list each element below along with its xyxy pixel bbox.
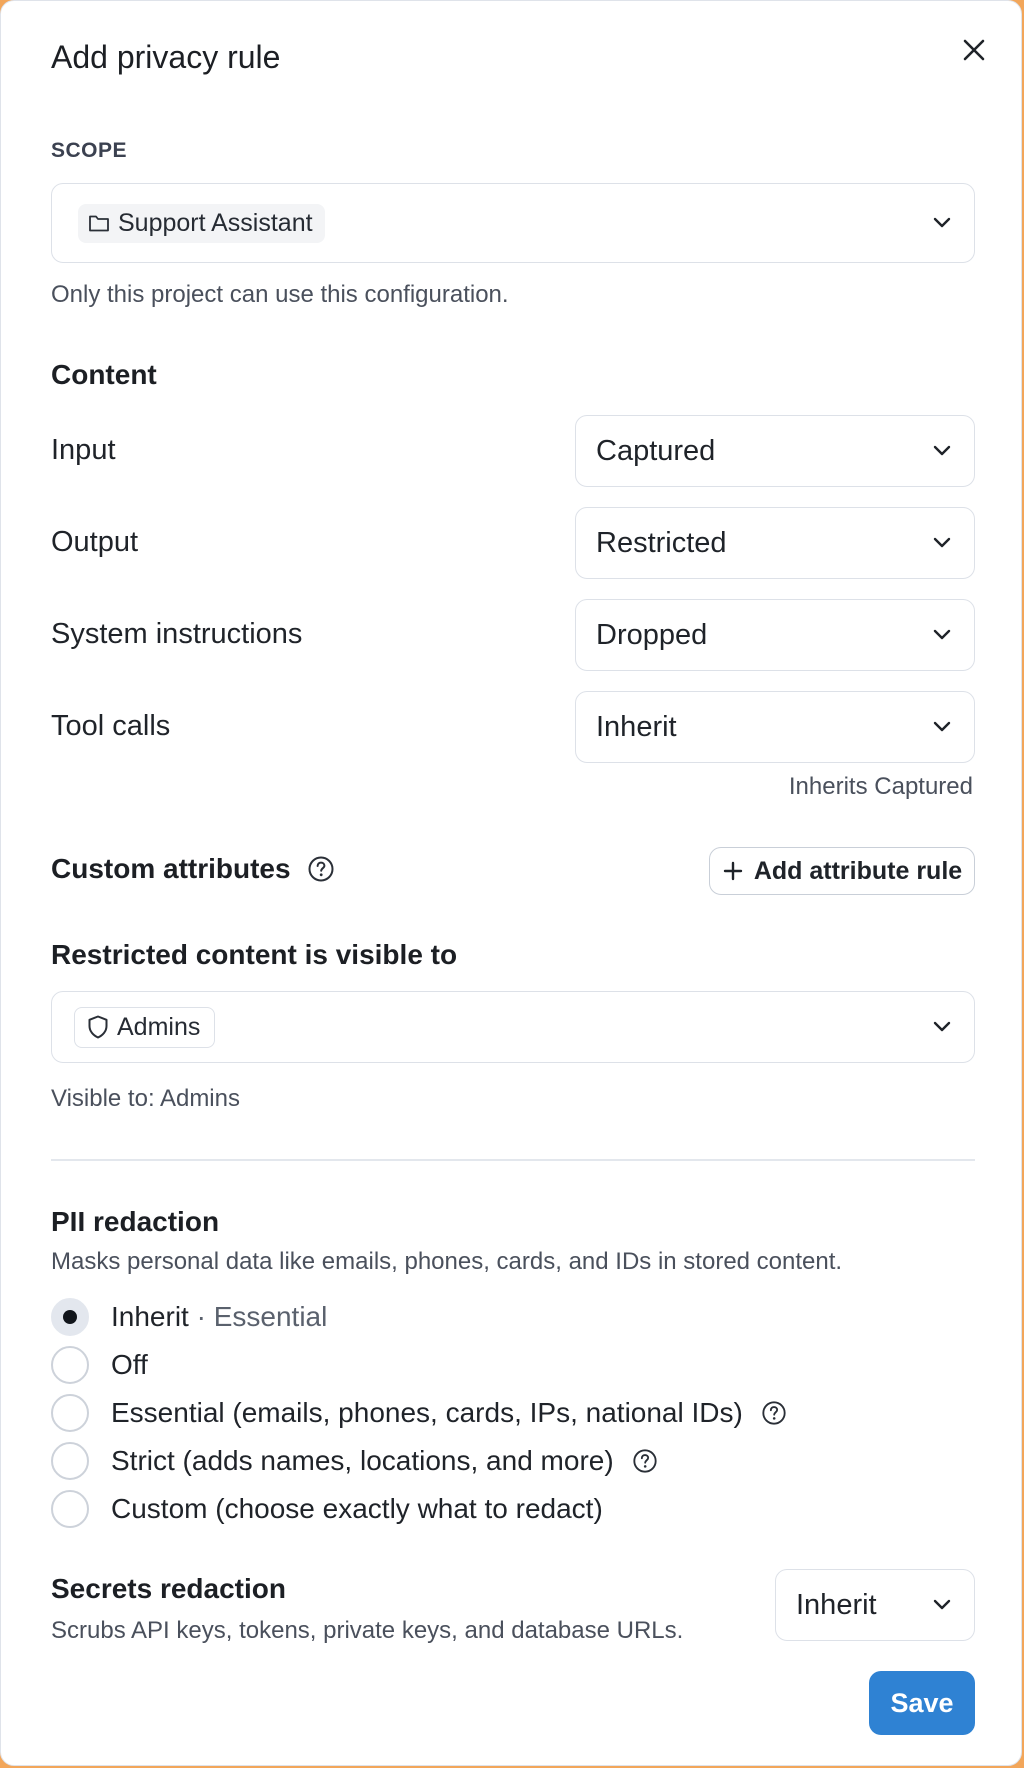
input-select-value: Captured	[596, 434, 716, 467]
scope-help: Only this project can use this configura…	[51, 281, 509, 308]
pii-heading: PII redaction	[51, 1206, 220, 1237]
visibility-help: Visible to: Admins	[51, 1085, 240, 1112]
content-heading: Content	[51, 359, 157, 390]
save-button[interactable]: Save	[869, 1671, 975, 1735]
plus-icon	[723, 861, 743, 881]
admins-chip-label: Admins	[117, 1012, 201, 1041]
help-circle-icon[interactable]	[761, 1400, 787, 1426]
scope-label: SCOPE	[51, 139, 128, 162]
add-attribute-rule-label: Add attribute rule	[753, 856, 963, 885]
scope-select[interactable]: Support Assistant	[51, 183, 975, 263]
radio-unchecked[interactable]	[51, 1490, 89, 1528]
close-icon[interactable]	[959, 35, 989, 65]
add-attribute-rule-button[interactable]: Add attribute rule	[709, 847, 975, 895]
output-label: Output	[51, 526, 139, 558]
help-circle-icon[interactable]	[632, 1448, 658, 1474]
pii-option-off-label: Off	[111, 1349, 148, 1380]
radio-checked[interactable]	[51, 1298, 89, 1336]
scope-chip-label: Support Assistant	[118, 208, 313, 237]
output-select-value: Restricted	[596, 526, 727, 559]
privacy-rule-dialog: Add privacy rule SCOPE Support Assistant…	[0, 0, 1022, 1766]
pii-option-strict-label: Strict (adds names, locations, and more)	[111, 1445, 614, 1476]
shield-icon	[88, 1015, 108, 1039]
dialog-title: Add privacy rule	[51, 39, 281, 75]
system-instructions-label: System instructions	[51, 618, 303, 650]
radio-unchecked[interactable]	[51, 1346, 89, 1384]
scope-chip: Support Assistant	[78, 203, 325, 243]
secrets-description: Scrubs API keys, tokens, private keys, a…	[51, 1617, 684, 1644]
visibility-select[interactable]: Admins	[51, 991, 975, 1063]
pii-description: Masks personal data like emails, phones,…	[51, 1248, 843, 1275]
tool-calls-hint: Inherits Captured	[788, 773, 973, 800]
pii-option-essential-label: Essential (emails, phones, cards, IPs, n…	[111, 1397, 743, 1428]
admins-chip: Admins	[74, 1006, 216, 1048]
system-instructions-select-value: Dropped	[596, 618, 708, 651]
chevron-down-icon	[933, 629, 951, 640]
pii-option-inherit-suffix: · Essential	[196, 1301, 328, 1332]
chevron-down-icon	[933, 445, 951, 456]
pii-option-strict[interactable]: Strict (adds names, locations, and more)	[51, 1442, 658, 1480]
chevron-down-icon	[933, 1599, 951, 1610]
folder-icon	[89, 215, 109, 232]
custom-attributes-heading: Custom attributes	[51, 853, 291, 884]
radio-unchecked[interactable]	[51, 1394, 89, 1432]
secrets-select[interactable]: Inherit	[775, 1569, 975, 1641]
pii-option-custom-label: Custom (choose exactly what to redact)	[111, 1493, 603, 1524]
tool-calls-select-value: Inherit	[596, 710, 677, 743]
chevron-down-icon	[933, 217, 951, 228]
chevron-down-icon	[933, 1021, 951, 1032]
custom-attributes-header: Custom attributes	[51, 853, 335, 885]
output-select[interactable]: Restricted	[575, 507, 975, 579]
chevron-down-icon	[933, 721, 951, 732]
tool-calls-select[interactable]: Inherit	[575, 691, 975, 763]
input-select[interactable]: Captured	[575, 415, 975, 487]
section-divider	[51, 1159, 975, 1161]
visibility-heading: Restricted content is visible to	[51, 939, 458, 970]
pii-option-inherit[interactable]: Inherit · Essential	[51, 1298, 327, 1336]
pii-option-custom[interactable]: Custom (choose exactly what to redact)	[51, 1490, 603, 1528]
radio-unchecked[interactable]	[51, 1442, 89, 1480]
secrets-select-value: Inherit	[796, 1588, 877, 1621]
chevron-down-icon	[933, 537, 951, 548]
secrets-heading: Secrets redaction	[51, 1573, 286, 1604]
pii-option-essential[interactable]: Essential (emails, phones, cards, IPs, n…	[51, 1394, 787, 1432]
help-circle-icon[interactable]	[307, 855, 335, 883]
input-label: Input	[51, 434, 116, 466]
pii-option-inherit-label: Inherit	[111, 1301, 189, 1332]
system-instructions-select[interactable]: Dropped	[575, 599, 975, 671]
pii-option-off[interactable]: Off	[51, 1346, 148, 1384]
tool-calls-label: Tool calls	[51, 710, 171, 742]
